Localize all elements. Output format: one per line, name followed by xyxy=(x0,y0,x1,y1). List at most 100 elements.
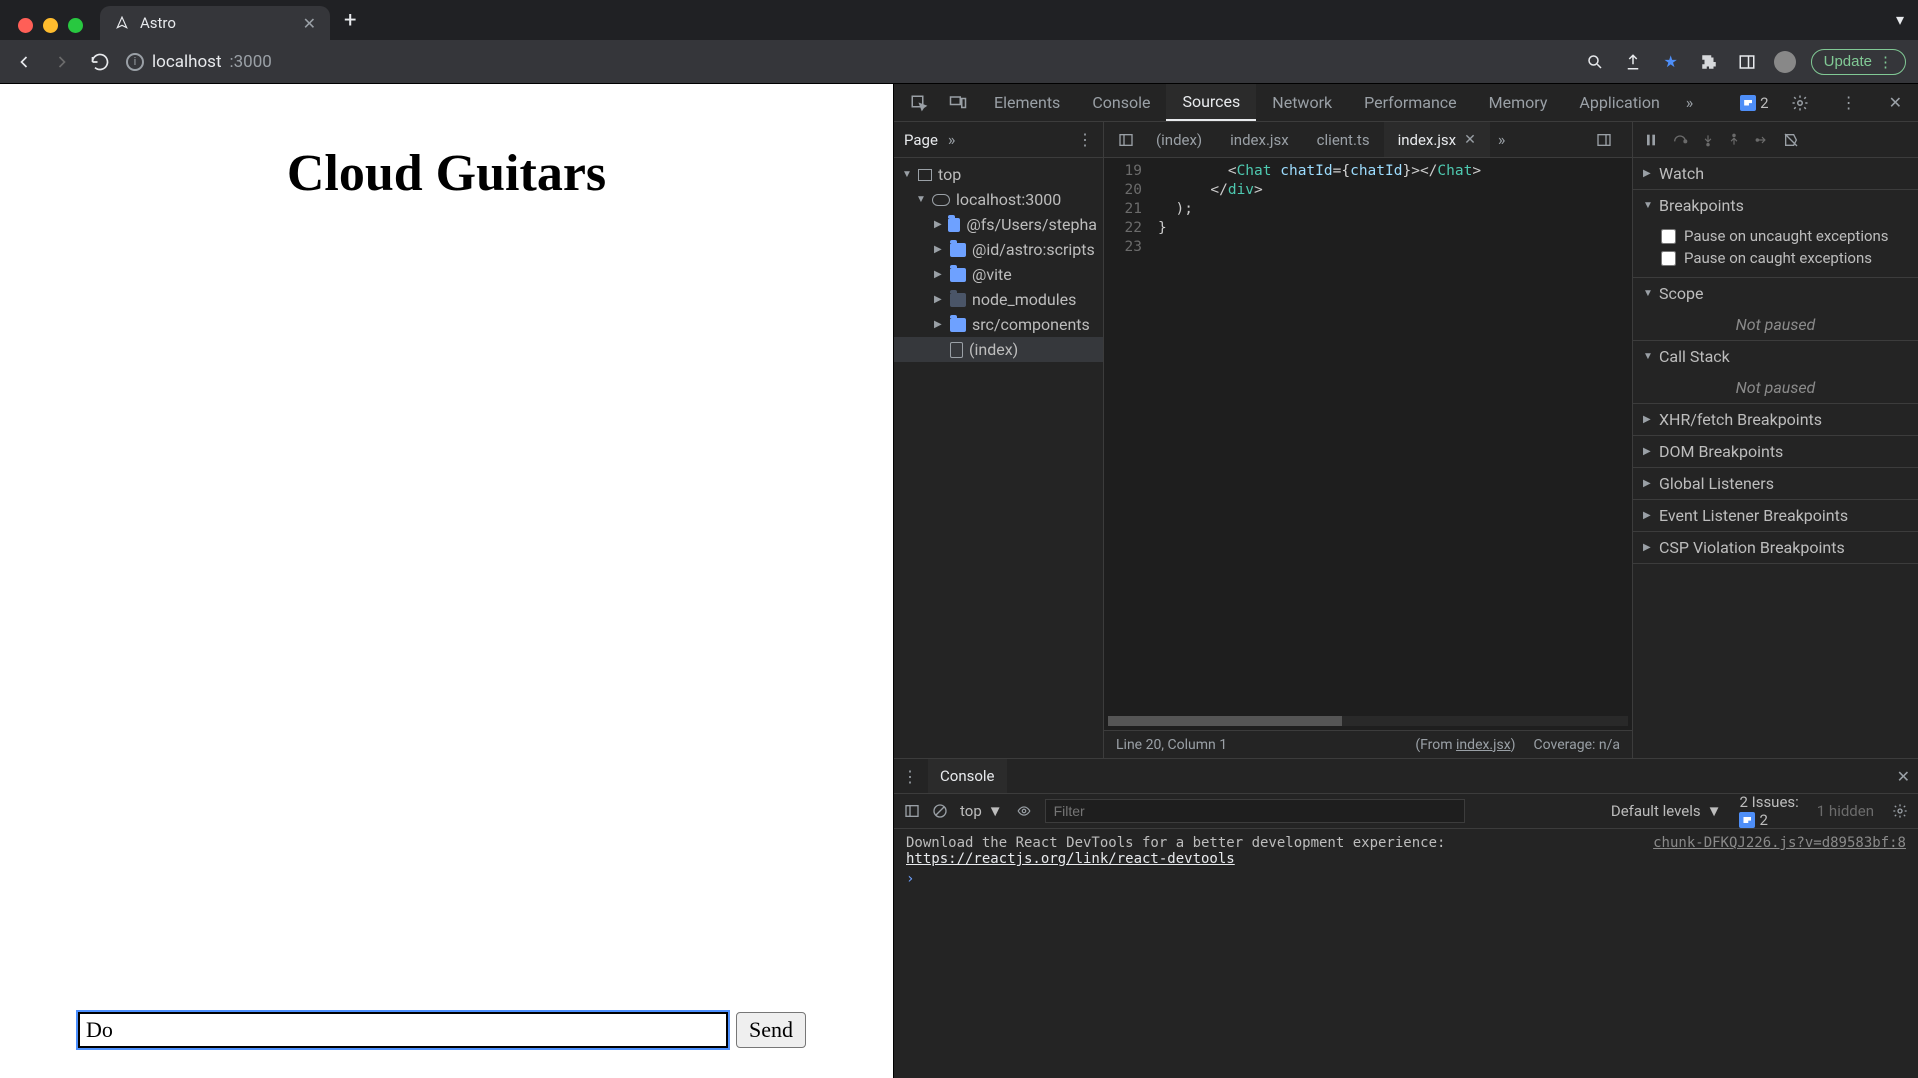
message-link[interactable]: https://reactjs.org/link/react-devtools xyxy=(906,851,1235,867)
maximize-window-icon[interactable] xyxy=(68,18,83,33)
file-tree[interactable]: ▼top ▼localhost:3000 ▶@fs/Users/stepha ▶… xyxy=(894,158,1103,758)
tab-network[interactable]: Network xyxy=(1256,84,1348,121)
tab-sources[interactable]: Sources xyxy=(1166,84,1256,121)
log-levels-selector[interactable]: Default levels ▼ xyxy=(1611,802,1722,820)
live-expression-icon[interactable] xyxy=(1015,804,1033,818)
issues-summary[interactable]: 2 Issues: 2 xyxy=(1739,793,1798,829)
console-message: chunk-DFKQJ226.js?v=d89583bf:8 Download … xyxy=(906,835,1906,867)
tab-console[interactable]: Console xyxy=(1076,84,1166,121)
file-tab[interactable]: index.jsx✕ xyxy=(1384,122,1490,157)
minimize-window-icon[interactable] xyxy=(43,18,58,33)
zoom-icon[interactable] xyxy=(1583,50,1607,74)
code-editor[interactable]: 1920212223 <Chat chatId={chatId}></Chat>… xyxy=(1104,158,1632,730)
sidepanel-icon[interactable] xyxy=(1735,50,1759,74)
chat-input[interactable] xyxy=(78,1012,728,1048)
settings-icon[interactable] xyxy=(1781,94,1819,112)
console-sidebar-icon[interactable] xyxy=(904,803,920,819)
browser-toolbar: i localhost:3000 ★ Update⋮ xyxy=(0,40,1918,84)
back-button[interactable] xyxy=(12,50,36,74)
forward-button[interactable] xyxy=(50,50,74,74)
section-watch[interactable]: ▶Watch xyxy=(1633,158,1918,189)
line-gutter: 1920212223 xyxy=(1104,158,1150,730)
step-into-icon[interactable] xyxy=(1701,132,1715,148)
console-settings-icon[interactable] xyxy=(1892,803,1908,819)
section-global[interactable]: ▶Global Listeners xyxy=(1633,468,1918,499)
section-dom[interactable]: ▶DOM Breakpoints xyxy=(1633,436,1918,467)
pause-caught-checkbox[interactable]: Pause on caught exceptions xyxy=(1661,247,1906,269)
hidden-count[interactable]: 1 hidden xyxy=(1817,802,1874,820)
section-xhr[interactable]: ▶XHR/fetch Breakpoints xyxy=(1633,404,1918,435)
tab-memory[interactable]: Memory xyxy=(1473,84,1564,121)
tab-overflow-icon[interactable]: ▾ xyxy=(1896,10,1904,29)
section-callstack[interactable]: ▼Call Stack xyxy=(1633,341,1918,372)
deactivate-breakpoints-icon[interactable] xyxy=(1783,132,1799,148)
more-tabs-icon[interactable]: » xyxy=(1676,93,1704,112)
pause-uncaught-checkbox[interactable]: Pause on uncaught exceptions xyxy=(1661,225,1906,247)
scope-not-paused: Not paused xyxy=(1633,309,1918,340)
console-output[interactable]: chunk-DFKQJ226.js?v=d89583bf:8 Download … xyxy=(894,829,1918,1078)
step-out-icon[interactable] xyxy=(1727,132,1741,148)
close-tab-icon[interactable]: ✕ xyxy=(303,14,316,33)
site-info-icon[interactable]: i xyxy=(126,53,144,71)
tree-node-top[interactable]: ▼top xyxy=(894,162,1103,187)
address-bar[interactable]: i localhost:3000 xyxy=(126,52,272,72)
file-tabs: (index) index.jsx client.ts index.jsx✕ » xyxy=(1104,122,1632,158)
step-over-icon[interactable] xyxy=(1671,132,1689,148)
tree-node-host[interactable]: ▼localhost:3000 xyxy=(894,187,1103,212)
pause-icon[interactable] xyxy=(1643,132,1659,148)
more-navigator-tabs-icon[interactable]: » xyxy=(948,130,956,149)
new-tab-button[interactable]: + xyxy=(330,8,370,33)
tree-node-folder[interactable]: ▶@fs/Users/stepha xyxy=(894,212,1103,237)
file-tab[interactable]: index.jsx xyxy=(1216,122,1303,157)
extensions-icon[interactable] xyxy=(1697,50,1721,74)
section-scope[interactable]: ▼Scope xyxy=(1633,278,1918,309)
file-tab[interactable]: client.ts xyxy=(1303,122,1384,157)
navigator-tab-page[interactable]: Page xyxy=(904,131,938,149)
navigator-kebab-icon[interactable]: ⋮ xyxy=(1077,130,1093,149)
toggle-navigator-icon[interactable] xyxy=(1110,132,1142,148)
tree-node-folder[interactable]: ▶@vite xyxy=(894,262,1103,287)
section-csp[interactable]: ▶CSP Violation Breakpoints xyxy=(1633,532,1918,563)
chevron-down-icon: ▼ xyxy=(988,802,1003,820)
bookmark-icon[interactable]: ★ xyxy=(1659,50,1683,74)
tree-node-folder[interactable]: ▶@id/astro:scripts xyxy=(894,237,1103,262)
tab-performance[interactable]: Performance xyxy=(1348,84,1473,121)
context-selector[interactable]: top ▼ xyxy=(960,802,1003,820)
source-link[interactable]: index.jsx xyxy=(1456,737,1511,753)
more-file-tabs-icon[interactable]: » xyxy=(1490,130,1514,149)
send-button[interactable]: Send xyxy=(736,1012,806,1048)
drawer-tab-console[interactable]: Console xyxy=(928,759,1007,793)
file-tab[interactable]: (index) xyxy=(1142,122,1216,157)
inspect-element-icon[interactable] xyxy=(900,94,938,112)
chat-bar: Send xyxy=(78,1012,806,1048)
clear-console-icon[interactable] xyxy=(932,803,948,819)
kebab-menu-icon[interactable]: ⋮ xyxy=(1831,93,1867,112)
tree-node-file[interactable]: (index) xyxy=(894,337,1103,362)
close-file-icon[interactable]: ✕ xyxy=(1464,132,1476,148)
share-icon[interactable] xyxy=(1621,50,1645,74)
drawer-kebab-icon[interactable]: ⋮ xyxy=(902,767,918,786)
section-breakpoints[interactable]: ▼Breakpoints xyxy=(1633,190,1918,221)
tree-node-folder[interactable]: ▶node_modules xyxy=(894,287,1103,312)
message-source-link[interactable]: chunk-DFKQJ226.js?v=d89583bf:8 xyxy=(1653,835,1906,851)
kebab-icon: ⋮ xyxy=(1878,53,1893,71)
close-drawer-icon[interactable]: ✕ xyxy=(1897,767,1910,786)
issues-badge[interactable]: 2 xyxy=(1740,94,1768,112)
update-button[interactable]: Update⋮ xyxy=(1811,49,1906,75)
console-filter-input[interactable] xyxy=(1045,799,1465,823)
tab-application[interactable]: Application xyxy=(1563,84,1675,121)
tab-elements[interactable]: Elements xyxy=(978,84,1076,121)
close-devtools-icon[interactable]: ✕ xyxy=(1879,93,1912,112)
step-icon[interactable] xyxy=(1753,133,1771,147)
reload-button[interactable] xyxy=(88,50,112,74)
browser-tab[interactable]: Astro ✕ xyxy=(100,6,330,40)
toggle-debugger-icon[interactable] xyxy=(1588,132,1620,148)
code-body[interactable]: <Chat chatId={chatId}></Chat> </div> ); … xyxy=(1150,158,1481,730)
profile-avatar[interactable] xyxy=(1773,50,1797,74)
device-toolbar-icon[interactable] xyxy=(938,94,978,112)
tree-node-folder[interactable]: ▶src/components xyxy=(894,312,1103,337)
close-window-icon[interactable] xyxy=(18,18,33,33)
console-prompt[interactable]: › xyxy=(906,867,1906,887)
section-event[interactable]: ▶Event Listener Breakpoints xyxy=(1633,500,1918,531)
horizontal-scrollbar[interactable] xyxy=(1108,716,1628,726)
